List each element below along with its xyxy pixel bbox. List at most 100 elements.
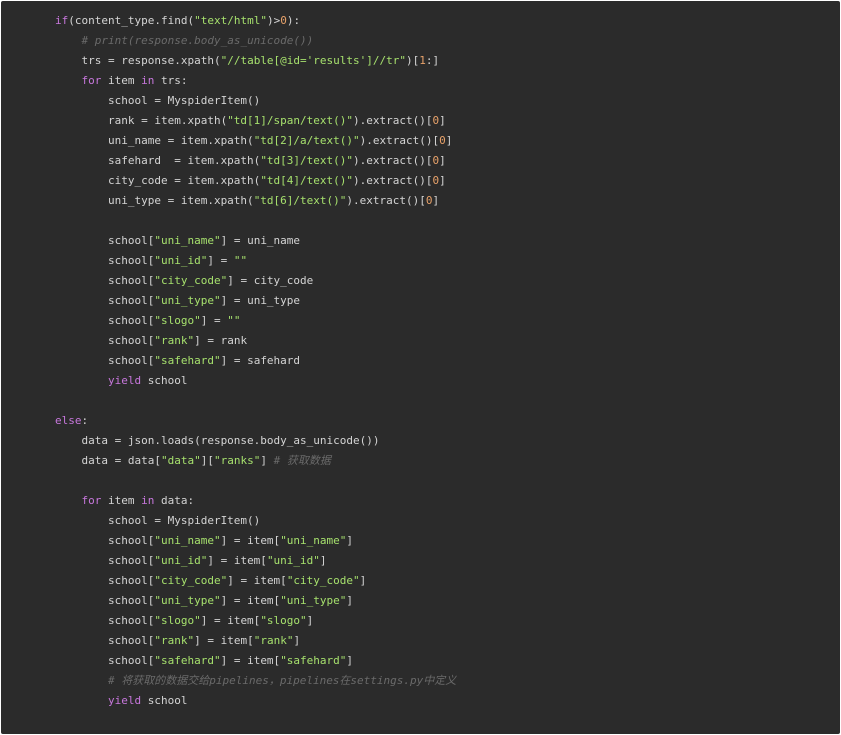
code-token-plain: school[	[55, 314, 155, 327]
code-block: if(content_type.find("text/html")>0): # …	[1, 1, 840, 734]
code-token-plain: ]	[260, 454, 274, 467]
code-line: school["slogo"] = item["slogo"]	[55, 611, 456, 631]
code-token-keyword: for	[81, 74, 102, 87]
code-line: uni_type = item.xpath("td[6]/text()").ex…	[55, 191, 456, 211]
code-token-plain: ]	[445, 134, 453, 147]
code-token-string: "uni_type"	[280, 594, 347, 607]
code-token-number: 0	[425, 194, 433, 207]
code-token-string: "uni_id"	[154, 254, 208, 267]
code-token-keyword: if	[55, 14, 69, 27]
code-token-string: "slogo"	[154, 614, 201, 627]
code-line: # 将获取的数据交给pipelines，pipelines在settings.p…	[55, 671, 456, 691]
code-token-string: "uni_type"	[154, 294, 221, 307]
code-token-plain: school[	[55, 634, 155, 647]
code-line: rank = item.xpath("td[1]/span/text()").e…	[55, 111, 456, 131]
code-token-string: "rank"	[154, 334, 195, 347]
code-token-plain: ][	[200, 454, 214, 467]
code-token-keyword: in	[141, 74, 155, 87]
code-token-plain: school = MyspiderItem()	[55, 514, 261, 527]
code-token-plain: ] = item[	[227, 574, 287, 587]
code-token-plain: data = data[	[55, 454, 161, 467]
code-token-string: "uni_id"	[266, 554, 320, 567]
code-token-plain: (content_type.find(	[68, 14, 195, 27]
code-token-plain: school[	[55, 354, 155, 367]
code-line: # print(response.body_as_unicode())	[55, 31, 456, 51]
code-token-plain: school[	[55, 594, 155, 607]
code-token-plain: school	[141, 694, 188, 707]
code-line: city_code = item.xpath("td[4]/text()").e…	[55, 171, 456, 191]
code-token-comment: # print(response.body_as_unicode())	[81, 34, 314, 47]
code-token-plain: ] = item[	[220, 534, 281, 547]
code-content: if(content_type.find("text/html")>0): # …	[55, 11, 456, 711]
code-line: yield school	[55, 691, 456, 711]
code-token-plain: ]	[439, 154, 446, 167]
code-token-plain: rank = item.xpath(	[55, 114, 228, 127]
code-token-plain: ]	[346, 594, 354, 607]
code-token-plain: ] = item[	[220, 654, 281, 667]
code-token-plain: ] = item[	[207, 554, 267, 567]
code-token-plain: ] = item[	[194, 634, 254, 647]
code-line: else:	[55, 411, 456, 431]
code-line: school["rank"] = item["rank"]	[55, 631, 456, 651]
code-token-string: "uni_name"	[154, 534, 221, 547]
code-token-string: "safehard"	[154, 354, 221, 367]
code-token-plain: ]	[439, 174, 446, 187]
code-line: uni_name = item.xpath("td[2]/a/text()").…	[55, 131, 456, 151]
code-line: school["uni_id"] = item["uni_id"]	[55, 551, 456, 571]
code-token-string: "city_code"	[154, 574, 228, 587]
code-token-plain: ] = uni_type	[220, 294, 301, 307]
code-token-plain: trs = response.xpath(	[55, 54, 221, 67]
code-token-keyword: yield	[107, 694, 142, 707]
code-token-keyword: yield	[107, 374, 142, 387]
code-token-string: "city_code"	[154, 274, 228, 287]
code-token-plain: :	[81, 414, 89, 427]
code-token-plain: school	[141, 374, 188, 387]
code-token-string: "uni_id"	[154, 554, 208, 567]
code-token-string: "rank"	[253, 634, 294, 647]
code-token-string: "uni_name"	[280, 534, 347, 547]
code-token-plain: school[	[55, 574, 155, 587]
code-line: school["uni_name"] = item["uni_name"]	[55, 531, 456, 551]
code-line: school["rank"] = rank	[55, 331, 456, 351]
code-token-plain: school[	[55, 254, 155, 267]
code-line: if(content_type.find("text/html")>0):	[55, 11, 456, 31]
code-token-string: "text/html"	[194, 14, 267, 27]
code-line: for item in data:	[55, 491, 456, 511]
code-line: school = MyspiderItem()	[55, 511, 456, 531]
code-token-string: "rank"	[154, 634, 195, 647]
code-token-plain: data = json.loads(response.body_as_unico…	[55, 434, 380, 447]
code-token-keyword: in	[141, 494, 155, 507]
code-token-string: "city_code"	[286, 574, 360, 587]
code-token-plain: school[	[55, 274, 155, 287]
code-token-string: "td[3]/text()"	[260, 154, 354, 167]
code-token-plain: ]	[439, 114, 446, 127]
code-line: school["uni_type"] = uni_type	[55, 291, 456, 311]
code-token-plain: uni_name = item.xpath(	[55, 134, 254, 147]
code-token-number: 1	[419, 54, 426, 67]
code-token-string: "safehard"	[154, 654, 221, 667]
code-token-string: "td[4]/text()"	[260, 174, 354, 187]
code-token-plain: ]	[293, 634, 301, 647]
code-token-comment: # 获取数据	[273, 454, 331, 467]
code-token-plain: safehard = item.xpath(	[55, 154, 261, 167]
code-token-plain: )>	[266, 14, 281, 27]
code-token-plain: ]	[432, 194, 440, 207]
code-token-plain: ).extract()[	[353, 154, 433, 167]
code-token-plain: ] = rank	[194, 334, 248, 347]
code-line: trs = response.xpath("//table[@id='resul…	[55, 51, 456, 71]
code-line: school["uni_id"] = ""	[55, 251, 456, 271]
code-token-plain: school[	[55, 554, 155, 567]
code-token-plain: ).extract()[	[353, 174, 433, 187]
code-line: yield school	[55, 371, 456, 391]
code-line: school["uni_type"] = item["uni_type"]	[55, 591, 456, 611]
code-line: school["city_code"] = city_code	[55, 271, 456, 291]
code-token-keyword: else	[55, 414, 82, 427]
